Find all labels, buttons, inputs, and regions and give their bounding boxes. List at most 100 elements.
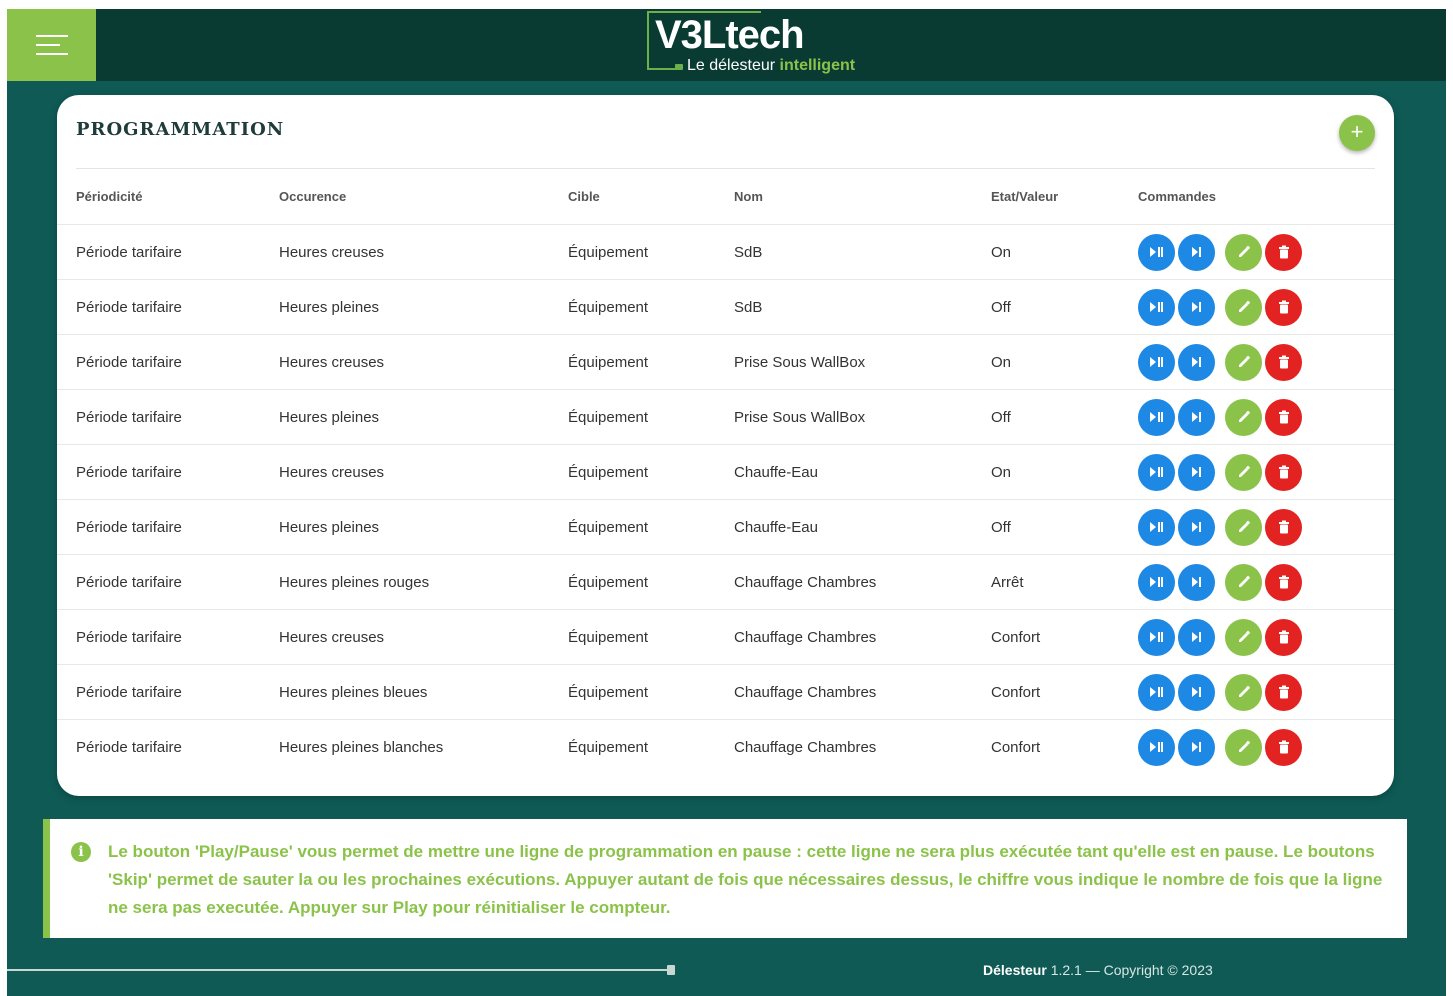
skip-button[interactable]: [1178, 288, 1215, 326]
cible-cell: Équipement: [568, 389, 734, 445]
delete-icon: [1278, 300, 1290, 314]
info-text: Le bouton 'Play/Pause' vous permet de me…: [108, 842, 1383, 917]
edit-button[interactable]: [1225, 728, 1262, 766]
table-row: Période tarifaire Heures pleines Équipemen…: [57, 389, 1394, 445]
edit-button[interactable]: [1225, 233, 1262, 271]
edit-button[interactable]: [1225, 618, 1262, 656]
skip-icon: [1191, 686, 1203, 698]
play-pause-button[interactable]: [1138, 618, 1175, 656]
occurence-cell: Heures pleines: [279, 279, 568, 335]
play-pause-button[interactable]: [1138, 288, 1175, 326]
menu-button[interactable]: [7, 9, 96, 81]
programmation-table: Périodicité Occurence Cible Nom Etat/Val…: [57, 169, 1394, 774]
delete-icon: [1278, 740, 1290, 754]
play-pause-icon: [1149, 301, 1164, 313]
table-row: Période tarifaire Heures pleines rouges Éq…: [57, 554, 1394, 610]
skip-button[interactable]: [1178, 728, 1215, 766]
edit-button[interactable]: [1225, 398, 1262, 436]
etat-valeur-cell: Arrêt: [991, 554, 1138, 610]
hamburger-icon: [35, 28, 68, 62]
periodicite-cell: Période tarifaire: [57, 664, 279, 720]
edit-button[interactable]: [1225, 288, 1262, 326]
skip-icon: [1191, 576, 1203, 588]
cible-cell: Équipement: [568, 334, 734, 390]
edit-button[interactable]: [1225, 563, 1262, 601]
delete-icon: [1278, 355, 1290, 369]
edit-button[interactable]: [1225, 453, 1262, 491]
delete-button[interactable]: [1265, 508, 1302, 546]
etat-valeur-cell: On: [991, 444, 1138, 500]
programmation-card: PROGRAMMATION + Périodicité Occurence Ci…: [57, 95, 1394, 796]
skip-button[interactable]: [1178, 453, 1215, 491]
occurence-cell: Heures creuses: [279, 224, 568, 280]
etat-valeur-cell: Off: [991, 279, 1138, 335]
play-pause-button[interactable]: [1138, 398, 1175, 436]
play-pause-button[interactable]: [1138, 673, 1175, 711]
skip-button[interactable]: [1178, 563, 1215, 601]
periodicite-cell: Période tarifaire: [76, 738, 182, 756]
commands-cell: [1138, 720, 1394, 775]
delete-button[interactable]: [1265, 343, 1302, 381]
edit-icon: [1237, 245, 1251, 259]
commands-cell: [1138, 499, 1394, 555]
play-pause-button[interactable]: [1138, 728, 1175, 766]
delete-button[interactable]: [1265, 728, 1302, 766]
cible-cell: Équipement: [568, 224, 734, 280]
play-pause-icon: [1149, 246, 1164, 258]
cible-cell: Équipement: [568, 444, 734, 500]
edit-button[interactable]: [1225, 343, 1262, 381]
column-header: Occurence: [279, 169, 568, 225]
play-pause-icon: [1149, 741, 1164, 753]
etat-valeur-cell: Confort: [991, 609, 1138, 665]
play-pause-button[interactable]: [1138, 453, 1175, 491]
occurence-cell: Heures pleines: [279, 389, 568, 445]
table-row: Période tarifaire Heures pleines blanches…: [57, 720, 1394, 775]
nom-cell: Chauffe-Eau: [734, 444, 991, 500]
skip-button[interactable]: [1178, 673, 1215, 711]
play-pause-button[interactable]: [1138, 233, 1175, 271]
delete-button[interactable]: [1265, 673, 1302, 711]
delete-button[interactable]: [1265, 453, 1302, 491]
edit-icon: [1237, 685, 1251, 699]
plug-icon: [667, 965, 675, 975]
play-pause-icon: [1149, 356, 1164, 368]
play-pause-button[interactable]: [1138, 563, 1175, 601]
occurence-cell: Heures pleines bleues: [279, 664, 568, 720]
cible-cell: Équipement: [568, 499, 734, 555]
skip-button[interactable]: [1178, 343, 1215, 381]
delete-button[interactable]: [1265, 398, 1302, 436]
logo[interactable]: V3Ltech Le délesteur intelligent: [647, 11, 907, 77]
skip-button[interactable]: [1178, 398, 1215, 436]
add-button[interactable]: +: [1339, 115, 1375, 151]
edit-button[interactable]: [1225, 673, 1262, 711]
etat-valeur-cell: On: [991, 224, 1138, 280]
column-header: Périodicité: [57, 169, 279, 225]
commands-cell: [1138, 444, 1394, 500]
play-pause-icon: [1149, 576, 1164, 588]
skip-button[interactable]: [1178, 233, 1215, 271]
delete-icon: [1278, 685, 1290, 699]
occurence-cell: Heures creuses: [279, 334, 568, 390]
skip-button[interactable]: [1178, 508, 1215, 546]
edit-button[interactable]: [1225, 508, 1262, 546]
table-row: Période tarifaire Heures creuses Équipemen…: [57, 609, 1394, 665]
periodicite-cell: Période tarifaire: [57, 554, 279, 610]
skip-button[interactable]: [1178, 618, 1215, 656]
delete-button[interactable]: [1265, 563, 1302, 601]
play-pause-icon: [1149, 631, 1164, 643]
periodicite-cell: Période tarifaire: [57, 389, 279, 445]
commands-cell: [1138, 609, 1394, 665]
delete-icon: [1278, 410, 1290, 424]
delete-button[interactable]: [1265, 618, 1302, 656]
delete-button[interactable]: [1265, 288, 1302, 326]
play-pause-button[interactable]: [1138, 508, 1175, 546]
delete-button[interactable]: [1265, 233, 1302, 271]
occurence-cell: Heures pleines blanches: [279, 738, 444, 756]
plug-icon: [675, 64, 683, 70]
play-pause-button[interactable]: [1138, 343, 1175, 381]
etat-valeur-cell: Off: [991, 389, 1138, 445]
edit-icon: [1237, 410, 1251, 424]
cible-cell: Équipement: [568, 738, 649, 756]
delete-icon: [1278, 630, 1290, 644]
skip-icon: [1191, 411, 1203, 423]
